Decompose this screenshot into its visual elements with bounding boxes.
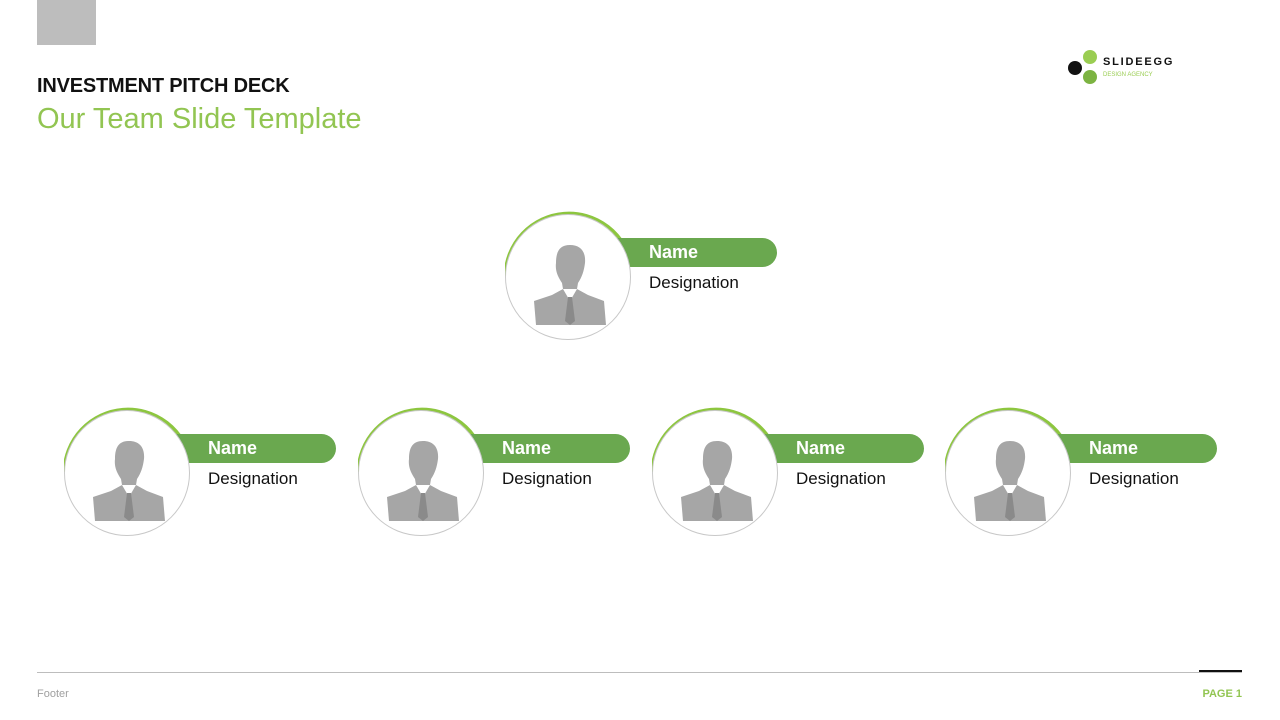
- avatar-circle: [945, 410, 1071, 536]
- member-name: Name: [1089, 438, 1139, 458]
- footer-divider: [37, 672, 1242, 673]
- team-leader-card: Name Designation: [505, 206, 785, 346]
- member-name: Name: [502, 438, 552, 458]
- footer-text: Footer: [37, 688, 69, 700]
- member-name: Name: [208, 438, 258, 458]
- member-designation: Designation: [796, 469, 886, 488]
- logo-tagline: DESIGN AGENCY: [1103, 72, 1153, 78]
- person-silhouette-icon: [534, 245, 606, 325]
- footer-accent-line: [1199, 670, 1242, 672]
- team-member-card: Name Designation: [652, 402, 932, 542]
- person-silhouette-icon: [387, 441, 459, 521]
- avatar-circle: [505, 214, 631, 340]
- logo: SLIDEEGG DESIGN AGENCY: [1068, 48, 1198, 88]
- member-designation: Designation: [208, 469, 298, 488]
- logo-dot-green-bottom: [1083, 70, 1097, 84]
- avatar-circle: [64, 410, 190, 536]
- deck-title: INVESTMENT PITCH DECK: [37, 75, 290, 97]
- member-designation: Designation: [1089, 469, 1179, 488]
- person-silhouette-icon: [93, 441, 165, 521]
- avatar-circle: [358, 410, 484, 536]
- person-silhouette-icon: [974, 441, 1046, 521]
- member-name: Name: [649, 242, 699, 262]
- logo-brand: SLIDEEGG: [1103, 56, 1175, 68]
- logo-dot-black: [1068, 61, 1082, 75]
- logo-dot-green-top: [1083, 50, 1097, 64]
- team-member-card: Name Designation: [945, 402, 1225, 542]
- page-number: PAGE 1: [1202, 688, 1242, 700]
- member-designation: Designation: [502, 469, 592, 488]
- team-member-card: Name Designation: [358, 402, 638, 542]
- person-silhouette-icon: [681, 441, 753, 521]
- member-designation: Designation: [649, 273, 739, 292]
- avatar-circle: [652, 410, 778, 536]
- slide-title: Our Team Slide Template: [37, 103, 362, 135]
- team-member-card: Name Designation: [64, 402, 344, 542]
- member-name: Name: [796, 438, 846, 458]
- corner-decoration: [37, 0, 96, 45]
